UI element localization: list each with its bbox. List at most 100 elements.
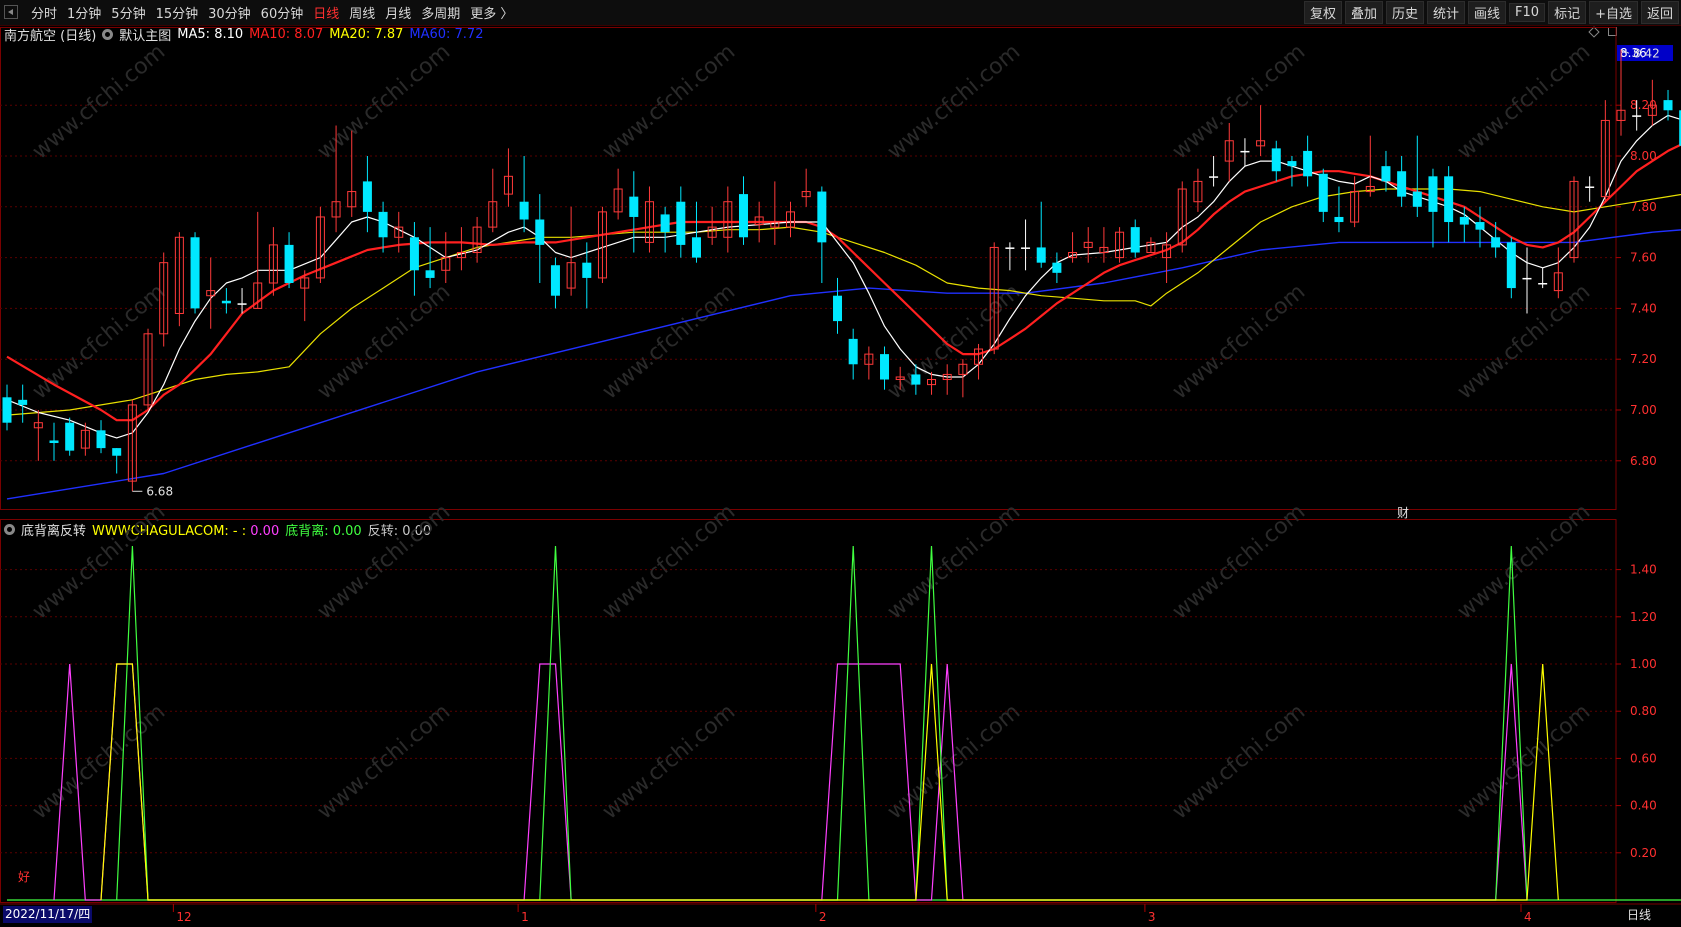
candle-body xyxy=(1036,247,1046,263)
watermark-text: www.cfchi.com xyxy=(883,39,1025,164)
watermark-text: www.cfchi.com xyxy=(1168,699,1310,824)
period-tab-1[interactable]: 1分钟 xyxy=(62,3,106,22)
candle-body xyxy=(1663,100,1673,111)
candle-body xyxy=(190,237,200,309)
candle-body xyxy=(2,397,12,423)
high-marker-arrow xyxy=(1620,48,1630,54)
sub-tick-label: 1.40 xyxy=(1630,563,1657,577)
period-tab-7[interactable]: 周线 xyxy=(344,3,380,22)
main-panel-frame xyxy=(0,27,1617,510)
month-tick-label: 2 xyxy=(819,910,827,924)
candle-body xyxy=(1271,148,1281,172)
candle-body xyxy=(1506,242,1516,289)
candle-body xyxy=(1005,247,1015,249)
toolbar-button-8[interactable]: 返回 xyxy=(1640,1,1679,24)
watermark-layer: www.cfchi.com www.cfchi.com www.cfchi.com w… xyxy=(28,39,1595,824)
candle-body xyxy=(65,422,75,451)
candle-body xyxy=(629,196,639,217)
watermark-text: www.cfchi.com xyxy=(1453,699,1595,824)
price-tick-label: 7.60 xyxy=(1630,251,1657,265)
candle-body xyxy=(378,211,388,238)
period-label[interactable]: 日线 xyxy=(1627,906,1651,923)
period-tab-2[interactable]: 5分钟 xyxy=(106,3,150,22)
watermark-text: www.cfchi.com xyxy=(598,279,740,404)
candle-body xyxy=(1318,173,1328,212)
candle-body xyxy=(1381,166,1391,182)
toolbar-button-4[interactable]: 画线 xyxy=(1468,1,1507,24)
candle-body xyxy=(833,295,843,322)
finance-marker[interactable]: 财 xyxy=(1397,504,1409,521)
candle-body xyxy=(1303,150,1313,177)
candle-body xyxy=(1287,161,1297,167)
watermark-text: www.cfchi.com xyxy=(28,39,170,164)
candle-body xyxy=(221,300,231,304)
toolbar-buttons: 复权 叠加 历史 统计 画线 F10 标记 +自选 返回 xyxy=(1301,0,1679,25)
date-cursor-label: 2022/11/17/四 xyxy=(3,906,93,923)
candle-body xyxy=(1052,262,1062,273)
indicator-series-0 xyxy=(53,663,1528,901)
good-marker: 好 xyxy=(18,870,31,884)
candle-body xyxy=(1522,277,1532,280)
candle-body xyxy=(1021,247,1031,249)
period-tab-6[interactable]: 日线 xyxy=(308,3,344,22)
period-tab-10[interactable]: 更多 〉 xyxy=(465,3,518,22)
toolbar-button-2[interactable]: 历史 xyxy=(1385,1,1424,24)
candle-body xyxy=(1130,227,1140,253)
toolbar-button-5[interactable]: F10 xyxy=(1509,3,1546,22)
candle-body xyxy=(1428,176,1438,212)
watermark-text: www.cfchi.com xyxy=(28,279,170,404)
candle-body xyxy=(660,214,670,233)
period-tab-0[interactable]: 分时 xyxy=(26,3,62,22)
period-tab-5[interactable]: 60分钟 xyxy=(256,3,309,22)
candle-body xyxy=(425,270,435,278)
period-tab-4[interactable]: 30分钟 xyxy=(203,3,256,22)
watermark-text: www.cfchi.com xyxy=(598,499,740,624)
month-tick-label: 12 xyxy=(176,910,191,924)
candle-body xyxy=(535,219,545,245)
candle-body xyxy=(1538,283,1548,285)
watermark-text: www.cfchi.com xyxy=(598,39,740,164)
month-tick-label: 1 xyxy=(521,910,529,924)
watermark-text: www.cfchi.com xyxy=(313,39,455,164)
chart-canvas[interactable]: www.cfchi.com www.cfchi.com www.cfchi.com w… xyxy=(0,26,1681,927)
sub-tick-label: 1.20 xyxy=(1630,610,1657,624)
candle-body xyxy=(848,338,858,365)
watermark-text: www.cfchi.com xyxy=(883,499,1025,624)
candle-body xyxy=(18,399,28,405)
watermark-text: www.cfchi.com xyxy=(313,699,455,824)
period-tabs: 分时 1分钟 5分钟 15分钟 30分钟 60分钟 日线 周线 月线 多周期 更多 〉 xyxy=(26,0,518,25)
price-tick-label: 6.80 xyxy=(1630,454,1657,468)
toolbar-button-0[interactable]: 复权 xyxy=(1303,1,1342,24)
candle-body xyxy=(1397,171,1407,197)
period-tab-3[interactable]: 15分钟 xyxy=(151,3,204,22)
price-tick-label: 7.00 xyxy=(1630,403,1657,417)
toolbar-button-1[interactable]: 叠加 xyxy=(1344,1,1383,24)
candle-body xyxy=(362,181,372,212)
period-tab-9[interactable]: 多周期 xyxy=(416,3,465,22)
high-price-label: 8.42 xyxy=(1633,46,1660,60)
price-tick-label: 7.20 xyxy=(1630,352,1657,366)
candle-body xyxy=(1412,191,1422,207)
watermark-text: www.cfchi.com xyxy=(1168,39,1310,164)
collapse-icon[interactable] xyxy=(4,5,18,19)
toolbar-button-6[interactable]: 标记 xyxy=(1548,1,1587,24)
toolbar-button-7[interactable]: +自选 xyxy=(1589,1,1638,24)
candle-body xyxy=(112,448,122,456)
watermark-text: www.cfchi.com xyxy=(1168,279,1310,404)
sub-tick-label: 1.00 xyxy=(1630,657,1657,671)
candle-body xyxy=(1240,150,1250,153)
candle-body xyxy=(1632,115,1642,117)
watermark-text: www.cfchi.com xyxy=(1453,279,1595,404)
candle-body xyxy=(817,191,827,243)
candle-body xyxy=(284,244,294,283)
sub-tick-label: 0.80 xyxy=(1630,704,1657,718)
month-tick-label: 3 xyxy=(1148,910,1156,924)
watermark-text: www.cfchi.com xyxy=(28,699,170,824)
candle-body xyxy=(550,265,560,296)
period-tab-8[interactable]: 月线 xyxy=(380,3,416,22)
candle-body xyxy=(691,237,701,258)
watermark-text: www.cfchi.com xyxy=(1168,499,1310,624)
candle-body xyxy=(582,262,592,278)
toolbar-button-3[interactable]: 统计 xyxy=(1427,1,1466,24)
candle-body xyxy=(409,237,419,271)
